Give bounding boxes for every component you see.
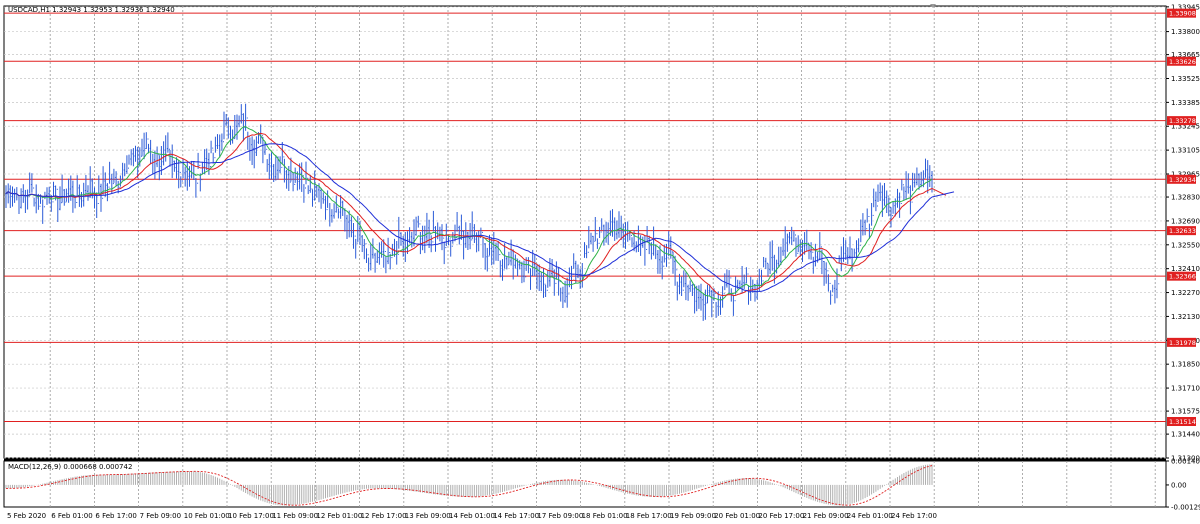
x-tick-label: 17 Feb 09:00 bbox=[537, 512, 583, 520]
x-tick-label: 24 Feb 17:00 bbox=[891, 512, 937, 520]
macd-title: MACD(12,26,9) 0.000668 0.000742 bbox=[8, 463, 132, 471]
level-price-label: 1.33908 bbox=[1169, 10, 1196, 18]
y-tick-label: 1.32270 bbox=[1171, 289, 1200, 297]
macd-y-tick-label: 0.00 bbox=[1171, 481, 1187, 489]
ma-slow-line bbox=[5, 143, 933, 293]
x-tick-label: 20 Feb 17:00 bbox=[758, 512, 804, 520]
level-price-label: 1.32633 bbox=[1169, 227, 1196, 235]
level-price-label: 1.32934 bbox=[1169, 176, 1196, 184]
x-tick-label: 6 Feb 01:00 bbox=[51, 512, 92, 520]
x-tick-label: 10 Feb 01:00 bbox=[184, 512, 230, 520]
level-price-label: 1.32366 bbox=[1169, 273, 1196, 281]
symbol-header: USDCAD,H1 1.32943 1.32953 1.32936 1.3294… bbox=[8, 6, 175, 14]
x-tick-label: 13 Feb 09:00 bbox=[405, 512, 451, 520]
x-tick-label: 11 Feb 09:00 bbox=[272, 512, 318, 520]
x-tick-label: 12 Feb 01:00 bbox=[316, 512, 362, 520]
chart-window: 5 Feb 2020 6 Feb 01:00 6 Feb 17:00 7 Feb 09… bbox=[0, 0, 1200, 524]
x-tick-label: 18 Feb 17:00 bbox=[626, 512, 672, 520]
y-tick-label: 1.33525 bbox=[1171, 75, 1200, 83]
y-tick-label: 1.32130 bbox=[1171, 313, 1200, 321]
ma-fast-line bbox=[5, 125, 933, 301]
y-tick-label: 1.33105 bbox=[1171, 147, 1200, 155]
x-tick-label: 19 Feb 09:00 bbox=[670, 512, 716, 520]
x-tick-label: 18 Feb 01:00 bbox=[582, 512, 628, 520]
macd-y-tick-label: 0.001401 bbox=[1171, 457, 1200, 465]
level-price-label: 1.31514 bbox=[1169, 418, 1196, 426]
main-pane-frame bbox=[3, 5, 1167, 459]
x-tick-label: 5 Feb 2020 bbox=[7, 512, 46, 520]
x-tick-label: 24 Feb 01:00 bbox=[847, 512, 893, 520]
chart-svg: 5 Feb 2020 6 Feb 01:00 6 Feb 17:00 7 Feb 09… bbox=[3, 3, 1200, 520]
x-tick-label: 14 Feb 01:00 bbox=[449, 512, 495, 520]
y-tick-label: 1.31575 bbox=[1171, 408, 1200, 416]
x-tick-label: 6 Feb 17:00 bbox=[95, 512, 136, 520]
y-tick-label: 1.31440 bbox=[1171, 431, 1200, 439]
x-tick-label: 12 Feb 17:00 bbox=[361, 512, 407, 520]
ma-slow-extension bbox=[931, 191, 955, 198]
x-tick-label: 10 Feb 17:00 bbox=[228, 512, 274, 520]
y-tick-label: 1.32550 bbox=[1171, 241, 1200, 249]
macd-histogram bbox=[5, 464, 933, 506]
x-tick-label: 21 Feb 09:00 bbox=[803, 512, 849, 520]
level-price-label: 1.31978 bbox=[1169, 339, 1196, 347]
price-bars bbox=[5, 103, 933, 321]
y-tick-label: 1.32830 bbox=[1171, 194, 1200, 202]
y-tick-label: 1.32690 bbox=[1171, 217, 1200, 225]
macd-y-tick-label: -0.001292 bbox=[1171, 504, 1200, 512]
level-price-label: 1.33278 bbox=[1169, 117, 1196, 125]
x-tick-label: 20 Feb 01:00 bbox=[714, 512, 760, 520]
level-price-label: 1.33626 bbox=[1169, 58, 1196, 66]
y-tick-label: 1.31850 bbox=[1171, 361, 1200, 369]
y-tick-label: 1.33800 bbox=[1171, 28, 1200, 36]
y-tick-label: 1.31710 bbox=[1171, 385, 1200, 393]
macd-signal-line bbox=[6, 465, 933, 506]
x-tick-label: 14 Feb 17:00 bbox=[493, 512, 539, 520]
x-tick-label: 7 Feb 09:00 bbox=[140, 512, 181, 520]
ma-mid-line bbox=[5, 132, 933, 297]
y-tick-label: 1.33385 bbox=[1171, 99, 1200, 107]
